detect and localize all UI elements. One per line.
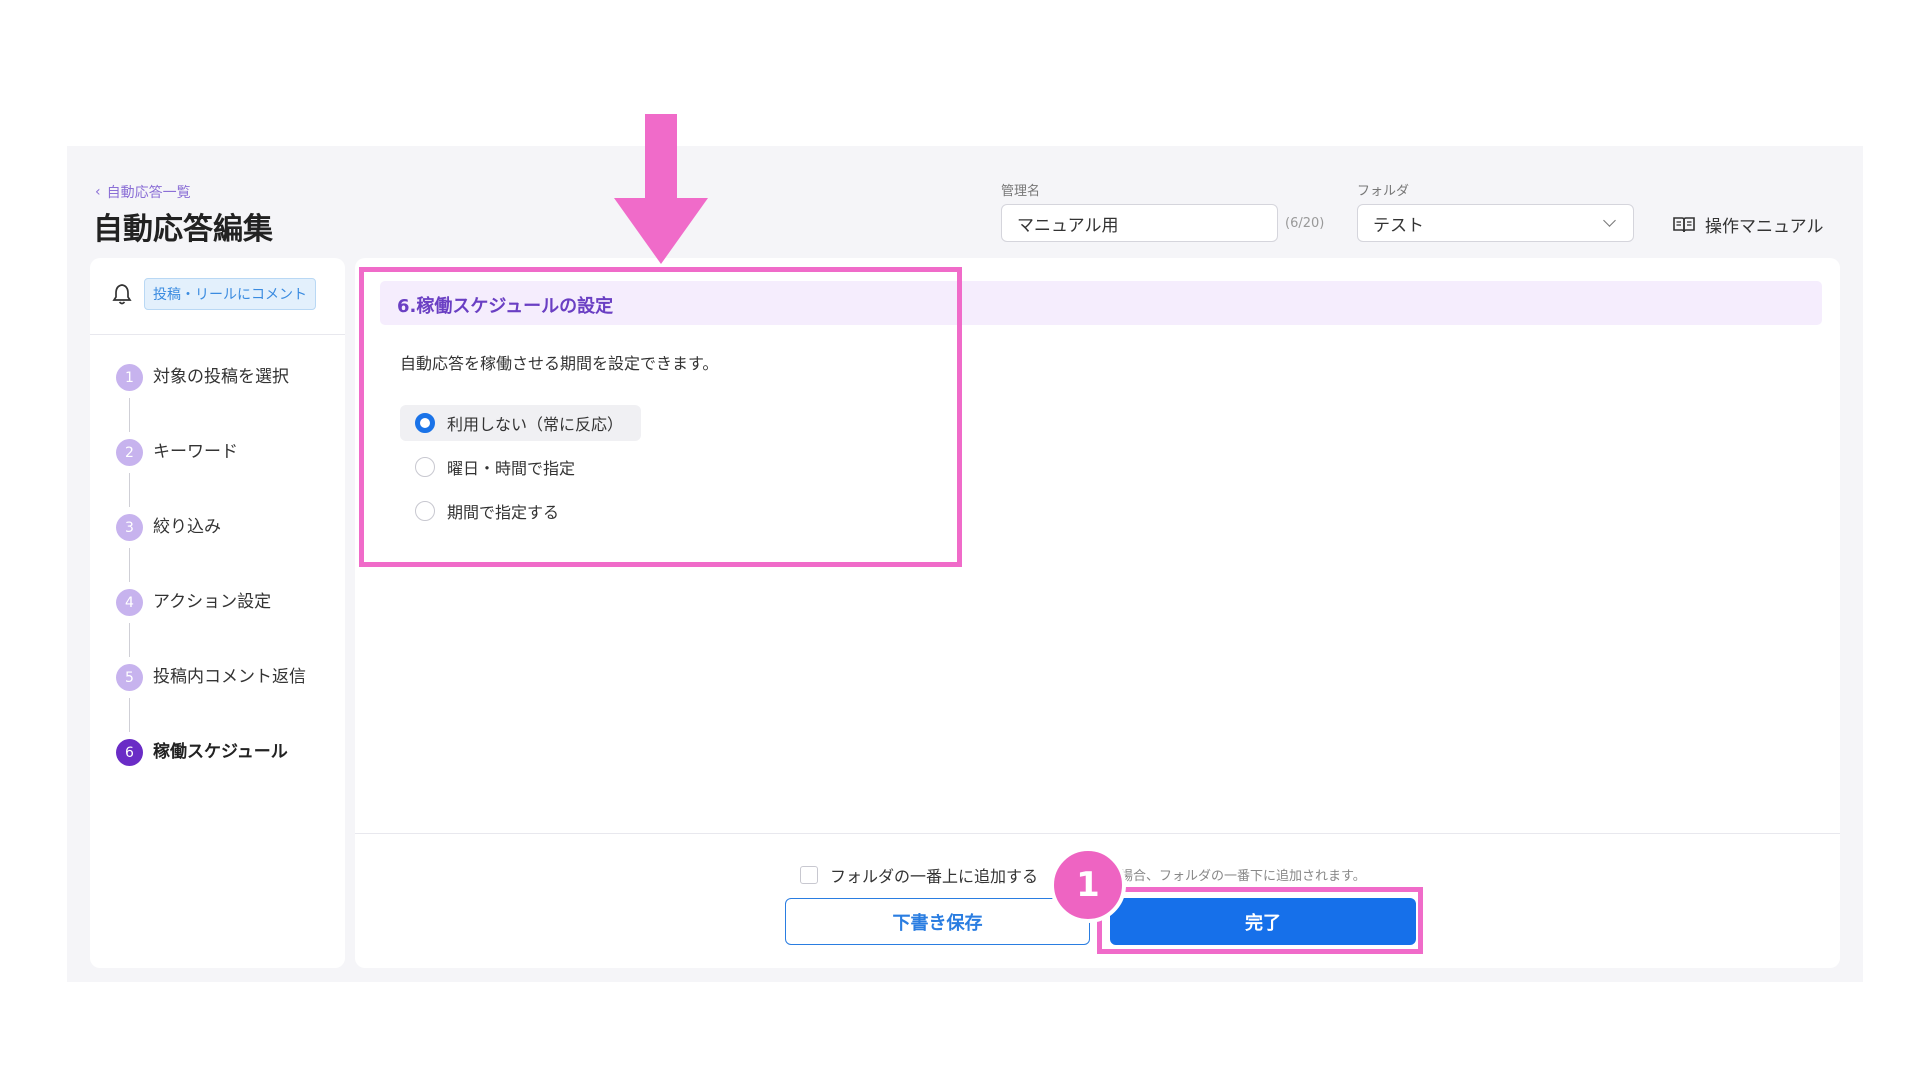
step-item-2[interactable]: 2 キーワード: [116, 439, 306, 514]
manual-link-label: 操作マニュアル: [1705, 217, 1824, 237]
add-to-top-checkbox-row[interactable]: フォルダの一番上に追加する: [800, 863, 1038, 887]
manual-link[interactable]: 操作マニュアル: [1673, 212, 1824, 237]
step-connector: [129, 623, 130, 657]
trigger-row: 投稿・リールにコメント: [112, 278, 316, 310]
folder-field-label: フォルダ: [1357, 184, 1410, 199]
bell-icon: [112, 284, 132, 305]
step-label: キーワード: [153, 442, 238, 462]
name-input[interactable]: [1001, 204, 1278, 242]
step-number: 1: [116, 364, 143, 391]
breadcrumb-label: 自動応答一覧: [106, 185, 191, 201]
step-number: 4: [116, 589, 143, 616]
annotation-highlight-complete-button: [1097, 887, 1423, 954]
name-field-label: 管理名: [1001, 184, 1041, 199]
checkbox-label: フォルダの一番上に追加する: [830, 867, 1039, 886]
step-item-4[interactable]: 4 アクション設定: [116, 589, 306, 664]
footer-hint: 場合、フォルダの一番下に追加されます。: [1120, 869, 1366, 884]
step-label: 対象の投稿を選択: [153, 367, 289, 387]
save-draft-button[interactable]: 下書き保存: [785, 898, 1090, 945]
step-connector: [129, 698, 130, 732]
breadcrumb-back-link[interactable]: ‹ 自動応答一覧: [95, 182, 191, 202]
step-item-5[interactable]: 5 投稿内コメント返信: [116, 664, 306, 739]
step-connector: [129, 398, 130, 432]
step-number: 5: [116, 664, 143, 691]
step-item-1[interactable]: 1 対象の投稿を選択: [116, 364, 306, 439]
step-list: 1 対象の投稿を選択 2 キーワード 3 絞り込み 4 アクション設定 5 投稿…: [116, 364, 306, 814]
page-title: 自動応答編集: [93, 212, 273, 247]
step-label: 稼働スケジュール: [153, 742, 288, 762]
step-number: 2: [116, 439, 143, 466]
annotation-arrow-down-icon: [614, 198, 708, 264]
sidebar-divider: [90, 334, 345, 335]
footer-divider: [355, 833, 1840, 834]
step-connector: [129, 548, 130, 582]
folder-select-value: テスト: [1373, 215, 1424, 236]
add-to-top-checkbox[interactable]: [800, 866, 818, 884]
folder-select[interactable]: テスト: [1357, 204, 1634, 242]
annotation-arrow-shaft: [645, 114, 677, 200]
step-number: 6: [116, 739, 143, 766]
annotation-highlight-section: [359, 267, 962, 567]
step-label: アクション設定: [153, 592, 272, 612]
book-icon: [1673, 216, 1695, 232]
trigger-type-chip: 投稿・リールにコメント: [144, 278, 316, 310]
step-label: 投稿内コメント返信: [153, 667, 306, 687]
step-label: 絞り込み: [153, 517, 221, 537]
name-char-counter: (6/20): [1285, 216, 1325, 231]
step-sidebar: 投稿・リールにコメント 1 対象の投稿を選択 2 キーワード 3 絞り込み 4 …: [90, 258, 345, 968]
chevron-down-icon: [1603, 214, 1616, 227]
step-connector: [129, 473, 130, 507]
step-number: 3: [116, 514, 143, 541]
chevron-left-icon: ‹: [95, 184, 101, 200]
step-item-3[interactable]: 3 絞り込み: [116, 514, 306, 589]
annotation-step-badge: 1: [1050, 847, 1126, 923]
step-item-6[interactable]: 6 稼働スケジュール: [116, 739, 306, 814]
